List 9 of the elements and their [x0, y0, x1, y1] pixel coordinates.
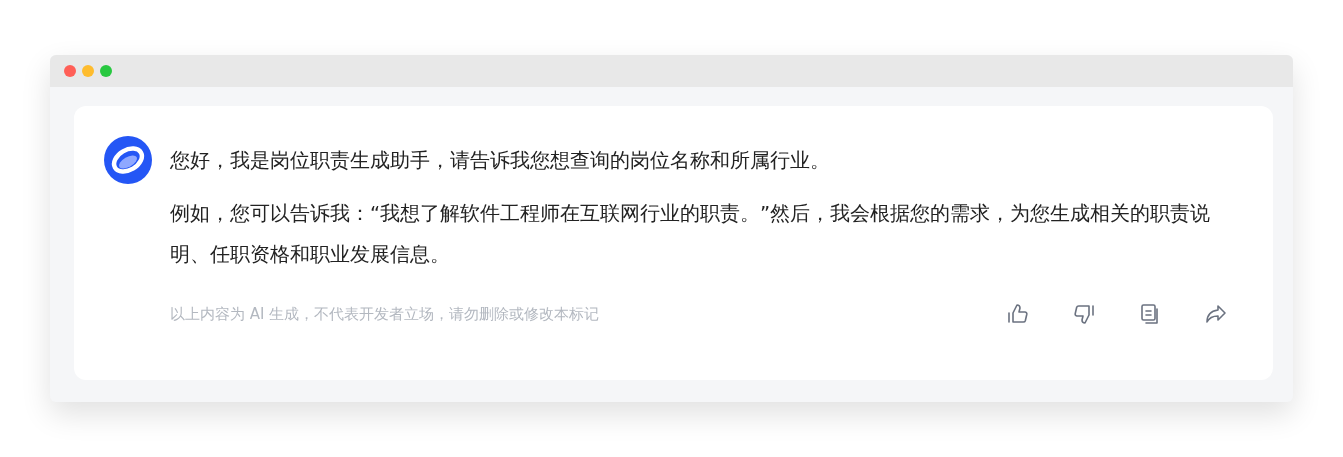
close-button[interactable]: [64, 65, 76, 77]
message-paragraph: 例如，您可以告诉我：“我想了解软件工程师在互联网行业的职责。”然后，我会根据您的需求，为您生成相关的职责说明、任职资格和职业发展信息。: [170, 201, 1212, 268]
assistant-avatar-icon: [104, 136, 152, 184]
message-paragraph: 您好，我是岗位职责生成助手，请告诉我您想查询的岗位名称和所属行业。: [170, 148, 831, 174]
thumbs-up-icon: [1006, 302, 1030, 326]
ai-disclaimer: 以上内容为 AI 生成，不代表开发者立场，请勿删除或修改本标记: [170, 303, 601, 325]
share-arrow-icon: [1204, 302, 1228, 326]
maximize-button[interactable]: [100, 65, 112, 77]
thumbs-down-icon: [1072, 302, 1096, 326]
